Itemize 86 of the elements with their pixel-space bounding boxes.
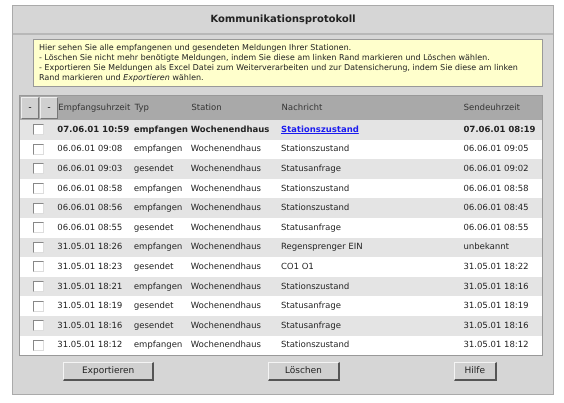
column-header[interactable]: Station	[191, 103, 282, 113]
station-name: Wochenendhaus	[190, 340, 262, 350]
sent-time: 31.05.01 18:16	[463, 320, 530, 331]
row-checkbox[interactable]	[33, 281, 44, 292]
received-time: 31.05.01 18:26	[57, 242, 124, 252]
station-name: Wochenendhaus	[190, 222, 262, 233]
received-time: 06.06.01 09:03	[57, 164, 124, 174]
row-checkbox[interactable]	[33, 340, 44, 351]
message-type: gesendet	[134, 301, 174, 312]
station-name: Wochenendhaus	[190, 203, 262, 214]
message-text: Statusanfrage	[280, 301, 342, 312]
message-link[interactable]: Stationszustand	[280, 124, 464, 135]
message-type: empfangen	[134, 203, 184, 214]
row-checkbox[interactable]	[33, 261, 44, 272]
row-checkbox[interactable]	[33, 320, 44, 332]
sent-time: 31.05.01 18:12	[463, 340, 530, 350]
sent-time: 06.06.01 08:55	[463, 222, 530, 233]
message-type: empfangen	[134, 184, 184, 194]
received-time: 31.05.01 18:12	[57, 340, 124, 350]
column-header[interactable]: Empfangsuhrzeit	[58, 103, 135, 113]
sent-time: 07.06.01 08:19	[463, 124, 536, 135]
sent-time: 06.06.01 08:45	[463, 203, 530, 214]
sent-time: 31.05.01 18:16	[463, 282, 530, 292]
message-type: empfangen	[134, 340, 184, 350]
message-text: Regensprenger EIN	[280, 242, 364, 252]
sent-time: 31.05.01 18:19	[463, 301, 530, 312]
sent-time: 31.05.01 18:22	[463, 262, 530, 272]
sent-time: 06.06.01 09:02	[463, 164, 530, 174]
row-checkbox[interactable]	[33, 144, 44, 155]
message-type: gesendet	[134, 262, 174, 272]
row-checkbox[interactable]	[33, 300, 44, 312]
row-checkbox[interactable]	[33, 183, 44, 194]
column-header[interactable]: Sendeuhrzeit	[464, 103, 542, 113]
row-checkbox[interactable]	[33, 222, 44, 234]
row-checkbox[interactable]	[33, 124, 44, 136]
sent-time: 06.06.01 08:58	[463, 184, 530, 194]
sent-time: 06.06.01 09:05	[463, 144, 530, 154]
received-time: 06.06.01 08:56	[57, 203, 124, 214]
station-name: Wochenendhaus	[190, 282, 262, 292]
received-time: 06.06.01 08:58	[57, 184, 124, 194]
received-time: 07.06.01 10:59	[57, 124, 130, 135]
column-header[interactable]: Typ	[134, 103, 192, 113]
action-button[interactable]: Exportieren	[63, 362, 154, 382]
info-text: - Exportieren Sie Meldungen als Excel Datei zum Weiterverarbeiten und zur Datensicherung, indem Sie diese am linken Rand markieren und Exportieren wählen.	[39, 63, 519, 83]
message-type: empfangen	[134, 144, 184, 154]
message-text: Stationszustand	[280, 340, 350, 350]
message-text: Statusanfrage	[280, 164, 342, 174]
message-text: Stationszustand	[280, 203, 350, 214]
row-checkbox[interactable]	[33, 242, 44, 253]
message-type: gesendet	[134, 164, 174, 174]
station-name: Wochenendhaus	[190, 184, 262, 194]
station-name: Wochenendhaus	[190, 242, 262, 252]
station-name: Wochenendhaus	[190, 144, 262, 154]
window-title: Kommunikationsprotokoll	[13, 6, 553, 35]
info-text: - Löschen Sie nicht mehr benötigte Meldungen, indem Sie diese am linken Rand markieren und Löschen wählen.	[39, 53, 491, 63]
column-header[interactable]: Nachricht	[282, 103, 464, 113]
message-text: CO1 O1	[280, 262, 315, 272]
row-checkbox[interactable]	[33, 202, 44, 214]
station-name: Wochenendhaus	[190, 164, 262, 174]
station-name: Wochenendhaus	[190, 320, 262, 331]
sent-time: unbekannt	[463, 242, 510, 252]
received-time: 31.05.01 18:23	[57, 262, 124, 272]
received-time: 31.05.01 18:16	[57, 320, 124, 331]
info-text: Hier sehen Sie alle empfangenen und gesendeten Meldungen Ihrer Stationen.	[39, 43, 352, 53]
message-type: empfangen	[134, 242, 184, 252]
message-text: Stationszustand	[280, 184, 350, 194]
station-name: Wochenendhaus	[190, 301, 262, 312]
action-button[interactable]: Löschen	[268, 362, 340, 382]
station-name: Wochenendhaus	[190, 124, 270, 135]
message-type: gesendet	[134, 222, 174, 233]
received-time: 06.06.01 09:08	[57, 144, 124, 154]
message-text: Statusanfrage	[280, 320, 342, 331]
received-time: 06.06.01 08:55	[57, 222, 124, 233]
message-type: empfangen	[134, 282, 184, 292]
action-button[interactable]: Hilfe	[454, 362, 497, 382]
received-time: 31.05.01 18:19	[57, 301, 124, 312]
message-text: Statusanfrage	[280, 222, 342, 233]
message-type: empfangen	[134, 124, 189, 135]
header-toggle-button[interactable]: -	[40, 97, 58, 119]
message-type: gesendet	[134, 320, 174, 331]
station-name: Wochenendhaus	[190, 262, 262, 272]
message-text: Stationszustand	[280, 282, 350, 292]
received-time: 31.05.01 18:21	[57, 282, 124, 292]
row-checkbox[interactable]	[33, 163, 44, 174]
message-text: Stationszustand	[280, 144, 350, 154]
header-toggle-button[interactable]: -	[21, 97, 39, 119]
